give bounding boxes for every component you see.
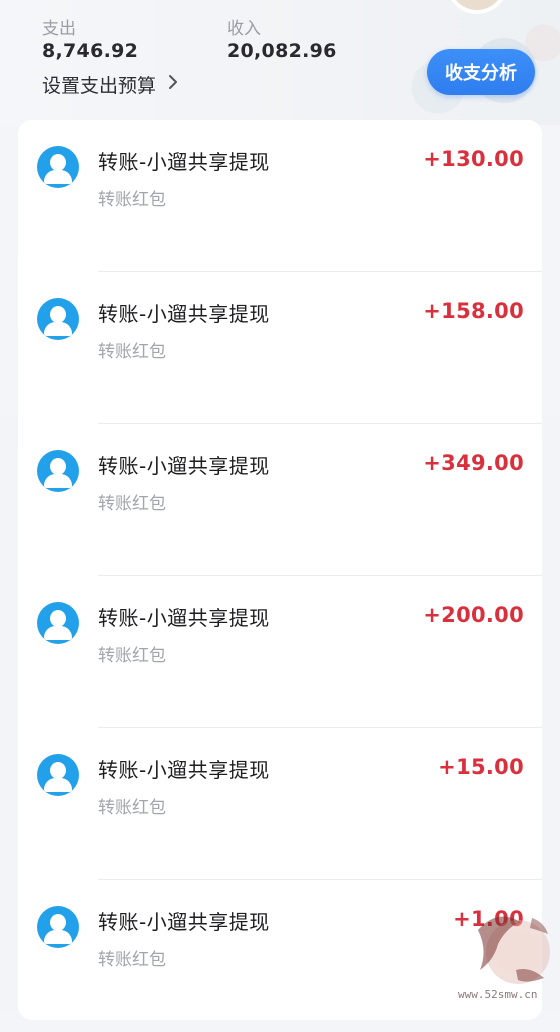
set-budget-label: 设置支出预算 (42, 75, 157, 97)
transaction-title: 转账-小遛共享提现 (98, 606, 270, 630)
transaction-title: 转账-小遛共享提现 (98, 758, 270, 782)
expense-value: 8,746.92 (42, 40, 139, 62)
income-expense-analysis-button[interactable]: 收支分析 (427, 49, 535, 95)
transaction-amount: +15.00 (438, 755, 524, 779)
transaction-amount: +200.00 (423, 603, 524, 627)
transaction-title: 转账-小遛共享提现 (98, 302, 270, 326)
transaction-subtitle: 转账红包 (98, 494, 166, 514)
user-avatar-icon (37, 754, 79, 796)
user-avatar-icon (37, 450, 79, 492)
transaction-amount: +130.00 (423, 147, 524, 171)
expense-label: 支出 (42, 19, 76, 39)
transaction-title: 转账-小遛共享提现 (98, 150, 270, 174)
summary-header: 支出 8,746.92 收入 20,082.96 设置支出预算 收支分析 (0, 0, 560, 125)
transaction-list: 转账-小遛共享提现 转账红包 +130.00 转账-小遛共享提现 转账红包 +1… (18, 120, 542, 1020)
chevron-right-icon (168, 74, 178, 95)
transaction-subtitle: 转账红包 (98, 646, 166, 666)
transaction-row[interactable]: 转账-小遛共享提现 转账红包 +200.00 (18, 576, 542, 728)
transaction-amount: +349.00 (423, 451, 524, 475)
set-budget-link[interactable]: 设置支出预算 (42, 71, 178, 98)
watermark-url: www.52smw.cn (458, 988, 538, 1001)
transaction-subtitle: 转账红包 (98, 798, 166, 818)
user-avatar-icon (37, 602, 79, 644)
transaction-row[interactable]: 转账-小遛共享提现 转账红包 +158.00 (18, 272, 542, 424)
transaction-title: 转账-小遛共享提现 (98, 454, 270, 478)
transaction-amount: +158.00 (423, 299, 524, 323)
transaction-row[interactable]: 转账-小遛共享提现 转账红包 +349.00 (18, 424, 542, 576)
transaction-row[interactable]: 转账-小遛共享提现 转账红包 +130.00 (18, 120, 542, 272)
transaction-subtitle: 转账红包 (98, 342, 166, 362)
transaction-row[interactable]: 转账-小遛共享提现 转账红包 +15.00 (18, 728, 542, 880)
transaction-subtitle: 转账红包 (98, 950, 166, 970)
transaction-title: 转账-小遛共享提现 (98, 910, 270, 934)
transaction-subtitle: 转账红包 (98, 190, 166, 210)
income-label: 收入 (227, 19, 261, 39)
user-avatar-icon (37, 298, 79, 340)
user-avatar-icon (37, 146, 79, 188)
user-avatar-icon (37, 906, 79, 948)
income-value: 20,082.96 (227, 40, 337, 62)
